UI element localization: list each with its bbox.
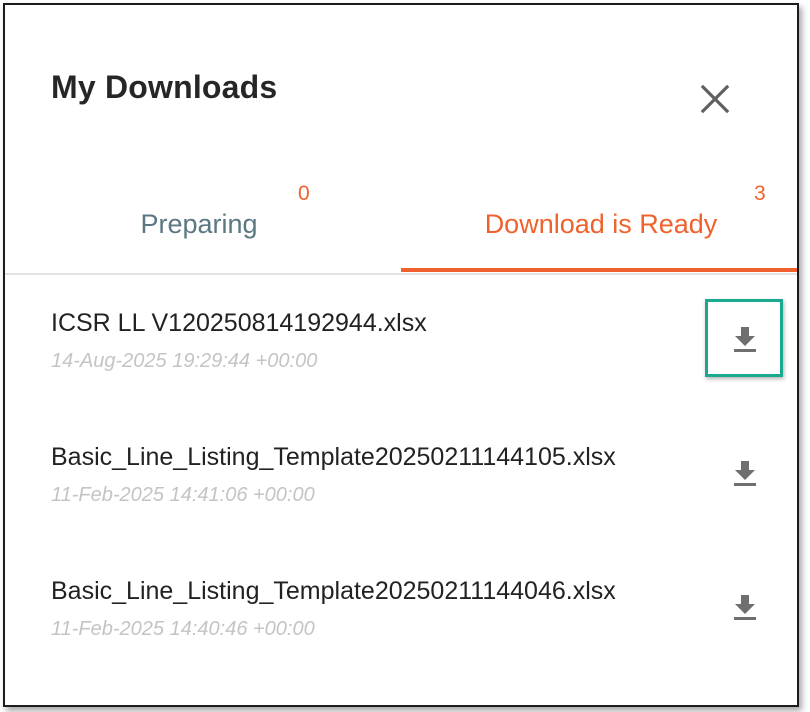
download-icon: [734, 595, 756, 620]
tab-preparing[interactable]: 0 Preparing: [5, 165, 401, 273]
tab-preparing-count: 0: [298, 182, 310, 205]
list-item: Basic_Line_Listing_Template2025021114410…: [5, 409, 797, 529]
download-icon: [734, 461, 756, 486]
dialog-title: My Downloads: [51, 69, 278, 105]
downloads-dialog: My Downloads 0 Preparing 3 Download is R…: [3, 3, 799, 707]
close-icon: [700, 84, 730, 114]
download-button[interactable]: [705, 567, 783, 645]
file-timestamp: 14-Aug-2025 19:29:44 +00:00: [51, 350, 318, 372]
download-icon: [734, 327, 756, 352]
tab-ready-label: Download is Ready: [484, 209, 718, 239]
download-button[interactable]: [705, 433, 783, 511]
list-item: Basic_Line_Listing_Template2025021114404…: [5, 543, 797, 663]
file-timestamp: 11-Feb-2025 14:40:46 +00:00: [51, 618, 315, 640]
file-name: Basic_Line_Listing_Template2025021114410…: [51, 443, 616, 471]
tab-bar: 0 Preparing 3 Download is Ready: [5, 165, 797, 275]
tab-ready-count: 3: [754, 182, 766, 205]
download-button[interactable]: [705, 299, 783, 377]
tab-preparing-label: Preparing: [140, 209, 258, 239]
list-item: ICSR LL V120250814192944.xlsx 14-Aug-202…: [5, 275, 797, 395]
tab-download-ready[interactable]: 3 Download is Ready: [401, 165, 797, 273]
file-name: Basic_Line_Listing_Template2025021114404…: [51, 577, 616, 605]
file-name: ICSR LL V120250814192944.xlsx: [51, 309, 427, 337]
active-tab-indicator: [401, 268, 797, 272]
file-timestamp: 11-Feb-2025 14:41:06 +00:00: [51, 484, 315, 506]
close-button[interactable]: [693, 77, 737, 121]
